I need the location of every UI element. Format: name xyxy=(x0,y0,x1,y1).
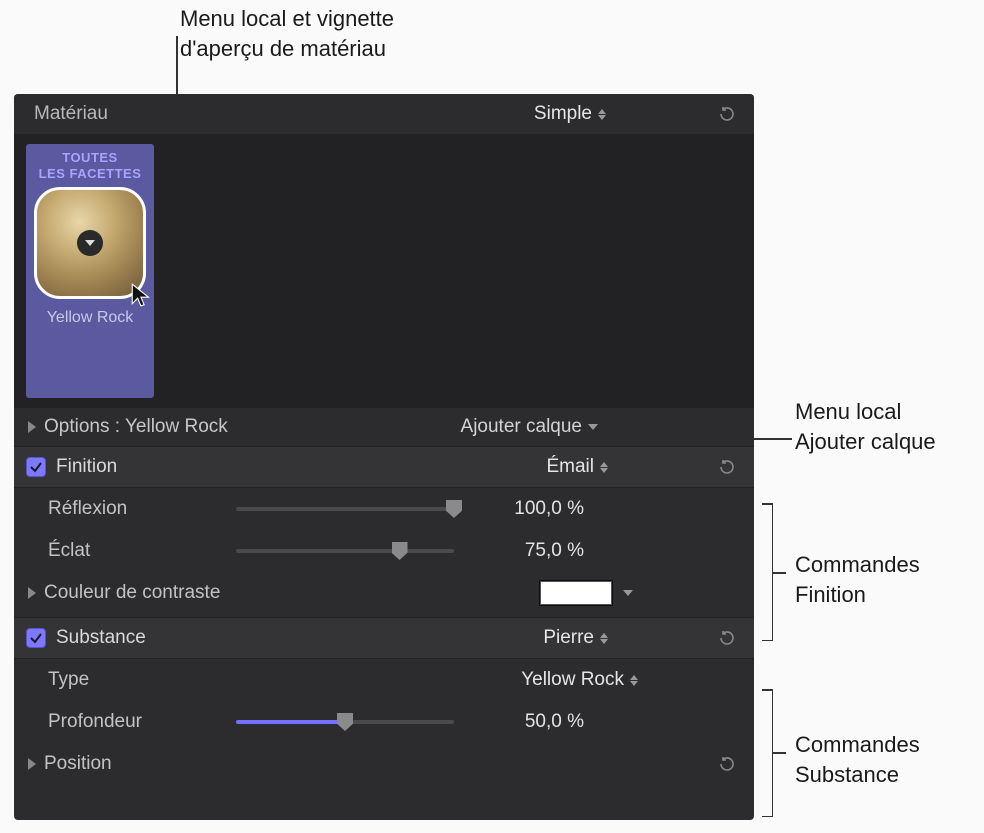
material-thumbnail[interactable] xyxy=(34,187,146,299)
updown-icon xyxy=(598,109,606,120)
disclosure-triangle-icon[interactable] xyxy=(28,758,36,770)
chevron-down-icon xyxy=(77,230,103,256)
reflexion-label: Réflexion xyxy=(48,498,236,520)
eclat-slider[interactable] xyxy=(236,549,454,553)
callout-substance: Commandes Substance xyxy=(795,730,920,789)
eclat-row: Éclat 75,0 % xyxy=(14,530,754,572)
material-name-label: Yellow Rock xyxy=(47,309,134,327)
mode-label: Simple xyxy=(534,103,592,125)
finition-checkbox[interactable] xyxy=(26,457,46,477)
callout-add-layer-text: Menu local Ajouter calque xyxy=(795,399,936,454)
type-row: Type Yellow Rock xyxy=(14,659,754,701)
finition-section-header: Finition Émail xyxy=(14,446,754,488)
options-row: Options : Yellow Rock Ajouter calque xyxy=(14,408,754,446)
contrast-color-label: Couleur de contraste xyxy=(44,582,252,604)
type-popup[interactable]: Yellow Rock xyxy=(521,669,638,691)
callout-finition: Commandes Finition xyxy=(795,550,920,609)
callout-preview: Menu local et vignette d'aperçu de matér… xyxy=(180,4,394,63)
slider-knob[interactable] xyxy=(446,500,462,518)
contrast-color-well[interactable] xyxy=(539,580,613,606)
bracket-tick xyxy=(772,572,786,574)
substance-section-header: Substance Pierre xyxy=(14,617,754,659)
reset-icon[interactable] xyxy=(716,103,738,125)
position-row: Position xyxy=(14,743,754,785)
mode-popup[interactable]: Simple xyxy=(534,103,606,125)
substance-checkbox[interactable] xyxy=(26,628,46,648)
material-thumbnail-card[interactable]: TOUTES LES FACETTES Yellow Rock xyxy=(26,144,154,398)
profondeur-row: Profondeur 50,0 % xyxy=(14,701,754,743)
add-layer-label: Ajouter calque xyxy=(461,416,582,438)
chevron-down-icon[interactable] xyxy=(623,590,633,596)
material-inspector-panel: Matériau Simple TOUTES LES FACETTES Yell… xyxy=(14,94,754,820)
disclosure-triangle-icon[interactable] xyxy=(28,587,36,599)
reflexion-slider[interactable] xyxy=(236,507,454,511)
updown-icon xyxy=(630,675,638,686)
reset-icon[interactable] xyxy=(716,627,738,649)
panel-header: Matériau Simple xyxy=(14,94,754,134)
finition-type-value: Émail xyxy=(546,456,594,478)
add-layer-popup[interactable]: Ajouter calque xyxy=(461,416,598,438)
profondeur-slider[interactable] xyxy=(236,720,454,724)
callout-substance-text: Commandes Substance xyxy=(795,732,920,787)
substance-type-popup[interactable]: Pierre xyxy=(543,627,608,649)
type-value: Yellow Rock xyxy=(521,669,624,691)
options-label: Options : Yellow Rock xyxy=(44,416,228,438)
updown-icon xyxy=(600,462,608,473)
slider-knob[interactable] xyxy=(392,542,408,560)
eclat-label: Éclat xyxy=(48,540,236,562)
reflexion-row: Réflexion 100,0 % xyxy=(14,488,754,530)
profondeur-label: Profondeur xyxy=(48,711,236,733)
slider-fill xyxy=(236,720,345,724)
position-label: Position xyxy=(44,753,252,775)
finition-label: Finition xyxy=(56,456,117,478)
bracket-tick xyxy=(772,752,786,754)
contrast-color-row: Couleur de contraste xyxy=(14,572,754,614)
facets-label: TOUTES LES FACETTES xyxy=(39,150,142,183)
chevron-down-icon xyxy=(588,424,598,430)
eclat-value[interactable]: 75,0 % xyxy=(474,540,584,562)
slider-knob[interactable] xyxy=(337,713,353,731)
substance-value: Pierre xyxy=(543,627,594,649)
panel-title: Matériau xyxy=(34,103,108,125)
reset-icon[interactable] xyxy=(716,456,738,478)
callout-preview-text: Menu local et vignette d'aperçu de matér… xyxy=(180,6,394,61)
substance-label: Substance xyxy=(56,627,146,649)
callout-finition-text: Commandes Finition xyxy=(795,552,920,607)
updown-icon xyxy=(600,633,608,644)
profondeur-value[interactable]: 50,0 % xyxy=(474,711,584,733)
cursor-icon xyxy=(129,282,155,308)
finition-type-popup[interactable]: Émail xyxy=(546,456,608,478)
type-label: Type xyxy=(48,669,236,691)
callout-add-layer: Menu local Ajouter calque xyxy=(795,397,936,456)
reflexion-value[interactable]: 100,0 % xyxy=(474,498,584,520)
disclosure-triangle-icon[interactable] xyxy=(28,421,36,433)
material-preview-area: TOUTES LES FACETTES Yellow Rock xyxy=(14,134,754,408)
reset-icon[interactable] xyxy=(716,753,738,775)
